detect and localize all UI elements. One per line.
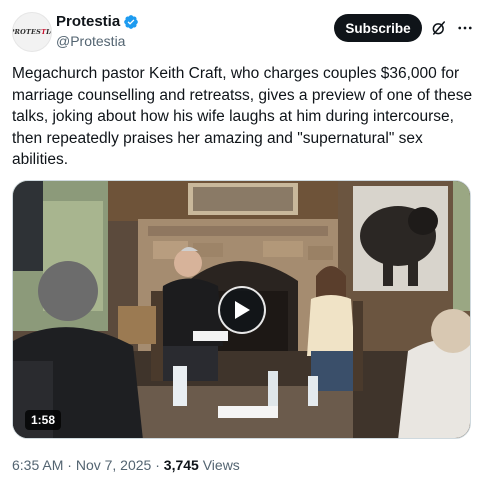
name-row: Protestia <box>56 13 139 31</box>
avatar[interactable]: PROTESTIA <box>12 12 52 52</box>
grok-icon[interactable] <box>428 17 450 39</box>
separator: · <box>63 457 76 473</box>
verified-badge-icon <box>124 15 139 29</box>
separator: · <box>151 457 164 473</box>
more-icon[interactable] <box>454 17 476 39</box>
subscribe-button[interactable]: Subscribe <box>334 14 422 42</box>
views-count[interactable]: 3,745 <box>164 457 199 473</box>
video-player[interactable]: 1:58 <box>12 180 471 439</box>
more-icon-glyph <box>458 26 472 30</box>
post-text: Megachurch pastor Keith Craft, who charg… <box>12 65 473 168</box>
author-info: Protestia @Protestia <box>56 13 139 51</box>
post-metadata: 6:35 AM · Nov 7, 2025 · 3,745 Views <box>12 456 240 474</box>
grok-icon-glyph <box>432 21 445 35</box>
play-icon <box>235 301 250 319</box>
post-time[interactable]: 6:35 AM <box>12 457 63 473</box>
views-label: Views <box>198 457 240 473</box>
avatar-logo: PROTESTIA <box>12 28 51 36</box>
display-name[interactable]: Protestia <box>56 13 120 31</box>
post-card: PROTESTIA Protestia @Protestia Subscribe <box>0 0 488 485</box>
handle[interactable]: @Protestia <box>56 31 139 51</box>
video-duration: 1:58 <box>25 410 62 430</box>
post-header: PROTESTIA Protestia @Protestia Subscribe <box>12 10 476 54</box>
post-date[interactable]: Nov 7, 2025 <box>76 457 152 473</box>
play-button[interactable] <box>218 286 266 334</box>
